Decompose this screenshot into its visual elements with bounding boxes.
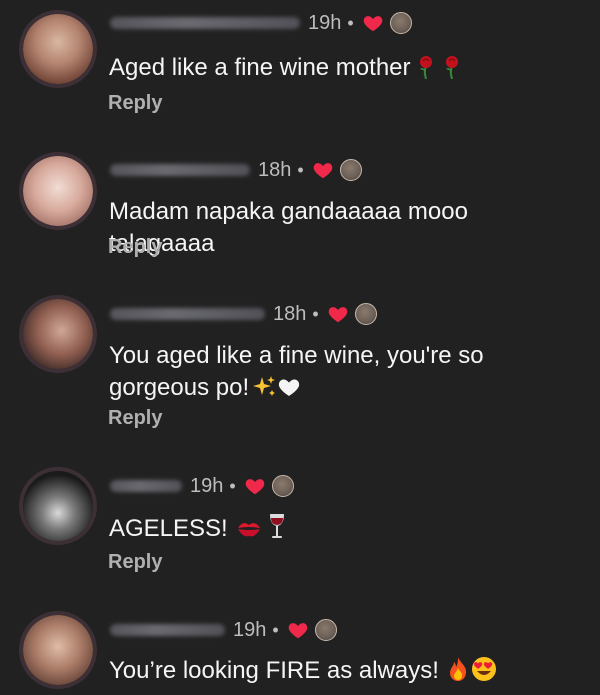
comment-text: AGELESS!	[109, 512, 579, 545]
heart-eyes-icon	[471, 657, 496, 681]
timestamp: 18h	[273, 302, 307, 325]
wine-glass-icon	[269, 514, 284, 538]
username-redacted[interactable]	[110, 308, 265, 320]
sparkles-icon	[253, 376, 276, 396]
username-redacted[interactable]	[110, 164, 250, 176]
timestamp: 19h	[190, 474, 224, 497]
comment-text: Aged like a fine wine mother	[109, 52, 579, 84]
reply-button[interactable]: Reply	[108, 551, 162, 574]
comment-meta: 18h •	[110, 155, 362, 185]
comment-meta: 19h •	[110, 471, 294, 501]
author-avatar-icon	[339, 159, 362, 181]
rose-icon	[445, 56, 458, 79]
avatar[interactable]	[19, 611, 97, 689]
comment-meta: 19h •	[110, 8, 412, 38]
reply-button[interactable]: Reply	[108, 407, 162, 430]
username-redacted[interactable]	[110, 624, 225, 636]
separator-dot: •	[312, 303, 319, 324]
avatar[interactable]	[19, 467, 97, 545]
comment-meta: 19h •	[110, 615, 337, 645]
timestamp: 18h	[258, 158, 292, 181]
separator-dot: •	[272, 619, 279, 640]
timestamp: 19h	[308, 11, 342, 34]
heart-icon[interactable]	[287, 619, 309, 641]
separator-dot: •	[229, 475, 236, 496]
author-avatar-icon	[271, 475, 294, 497]
separator-dot: •	[347, 12, 354, 33]
avatar[interactable]	[19, 295, 97, 373]
heart-icon[interactable]	[312, 159, 334, 181]
heart-icon[interactable]	[362, 12, 384, 34]
comment-meta: 18h •	[110, 299, 377, 329]
heart-icon[interactable]	[327, 303, 349, 325]
timestamp: 19h	[233, 618, 267, 641]
comment-text: You aged like a fine wine, you're so gor…	[109, 342, 484, 401]
author-avatar-icon	[354, 303, 377, 325]
author-avatar-icon	[314, 619, 337, 641]
comment-text: You’re looking FIRE as always!	[109, 655, 579, 687]
avatar[interactable]	[19, 10, 97, 88]
reply-button[interactable]: Reply	[108, 92, 162, 115]
white-heart-icon	[278, 379, 300, 396]
reply-button[interactable]: Reply	[108, 236, 162, 259]
author-avatar-icon	[389, 12, 412, 34]
username-redacted[interactable]	[110, 480, 182, 492]
separator-dot: •	[297, 159, 304, 180]
comment-text: Madam napaka gandaaaaa mooo talagaaaa	[109, 198, 468, 257]
rose-icon	[419, 56, 432, 79]
heart-icon[interactable]	[244, 475, 266, 497]
kiss-mark-icon	[237, 523, 260, 537]
fire-icon	[449, 657, 467, 681]
avatar[interactable]	[19, 152, 97, 230]
username-redacted[interactable]	[110, 17, 300, 29]
